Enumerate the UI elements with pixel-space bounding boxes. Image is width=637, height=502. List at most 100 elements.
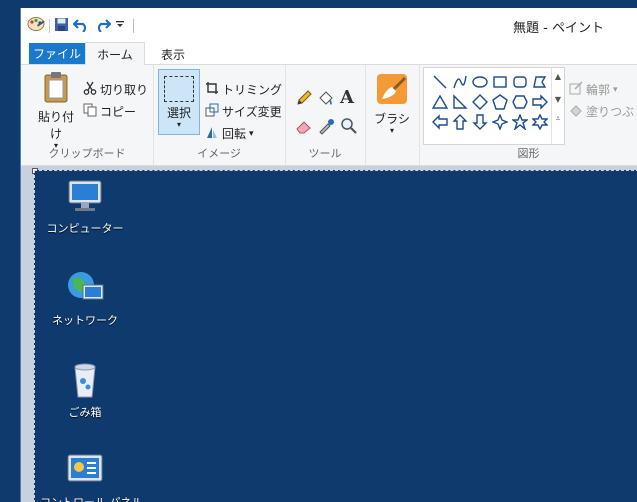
scroll-up-icon[interactable]: ▲ bbox=[552, 72, 564, 81]
paint-window: 無題 - ペイント ファイル ホーム 表示 貼り付け ▾ 切り取り コピー クリ… bbox=[20, 8, 637, 502]
tab-home[interactable]: ホーム bbox=[85, 42, 145, 65]
pencil-icon[interactable] bbox=[295, 89, 313, 110]
chevron-down-icon: ▾ bbox=[176, 120, 181, 129]
pentagon-shape-icon[interactable] bbox=[490, 92, 510, 112]
brushes-label: ブラシ bbox=[374, 112, 410, 126]
network-label: ネットワーク bbox=[52, 314, 118, 327]
clipboard-group-label: クリップボード bbox=[48, 147, 126, 160]
control-panel-label: コントロール パネル bbox=[40, 494, 143, 502]
outline-icon bbox=[569, 81, 583, 98]
drawing-canvas[interactable]: コンピューター ネットワーク ごみ箱 コントロール パネル bbox=[34, 170, 637, 502]
fill-button[interactable]: 塗りつぶし bbox=[569, 103, 637, 120]
shapes-gallery: ▲ ▼ ⩡ bbox=[423, 67, 565, 145]
save-icon[interactable] bbox=[54, 17, 69, 35]
diamond-shape-icon[interactable] bbox=[470, 92, 490, 112]
chevron-down-icon: ▾ bbox=[613, 84, 618, 95]
scissors-icon bbox=[83, 81, 97, 98]
resize-button[interactable]: サイズ変更 bbox=[205, 103, 282, 120]
rotate-button[interactable]: 回転 ▾ bbox=[205, 125, 254, 142]
resize-icon bbox=[205, 103, 219, 120]
five-point-star-shape-icon[interactable] bbox=[510, 112, 530, 132]
ribbon-tabs: ファイル ホーム 表示 bbox=[21, 40, 637, 65]
paste-button[interactable]: 貼り付け ▾ bbox=[33, 71, 79, 150]
title-bar: 無題 - ペイント bbox=[21, 8, 637, 40]
separator bbox=[133, 18, 134, 33]
down-arrow-shape-icon[interactable] bbox=[470, 112, 490, 132]
brush-icon bbox=[377, 74, 407, 104]
control-panel-icon bbox=[67, 454, 103, 482]
cut-button[interactable]: 切り取り bbox=[83, 81, 148, 98]
canvas-area: コンピューター ネットワーク ごみ箱 コントロール パネル bbox=[21, 166, 637, 502]
tab-view[interactable]: 表示 bbox=[147, 44, 199, 64]
tools-group: A ツール bbox=[285, 65, 366, 165]
text-tool-icon[interactable]: A bbox=[340, 87, 354, 108]
fill-icon bbox=[569, 103, 583, 120]
copy-icon bbox=[83, 103, 97, 120]
customize-dropdown-icon[interactable] bbox=[115, 18, 125, 33]
chevron-down-icon: ▾ bbox=[389, 126, 394, 135]
scroll-down-icon[interactable]: ▼ bbox=[552, 95, 564, 104]
desktop-item-recycle-bin: ごみ箱 bbox=[40, 361, 130, 420]
desktop-item-computer: コンピューター bbox=[40, 179, 130, 236]
rotate-label: 回転 bbox=[222, 127, 247, 141]
right-triangle-shape-icon[interactable] bbox=[450, 92, 470, 112]
fill-label: 塗りつぶし bbox=[586, 105, 637, 119]
brushes-group: ブラシ ▾ bbox=[365, 65, 420, 165]
chevron-down-icon: ▾ bbox=[249, 128, 254, 139]
brushes-button[interactable]: ブラシ ▾ bbox=[373, 73, 411, 135]
ribbon: 貼り付け ▾ 切り取り コピー クリップボード 選択 ▾ トリミング サイズ変更… bbox=[21, 65, 637, 166]
fill-bucket-icon[interactable] bbox=[317, 89, 335, 110]
right-arrow-shape-icon[interactable] bbox=[530, 92, 550, 112]
desktop-item-control-panel: コントロール パネル bbox=[40, 453, 143, 502]
window-title: 無題 - ペイント bbox=[513, 21, 604, 36]
desktop-item-network: ネットワーク bbox=[40, 269, 130, 328]
desktop-left-edge bbox=[0, 0, 20, 502]
paste-icon bbox=[44, 72, 68, 103]
crop-button[interactable]: トリミング bbox=[205, 81, 282, 98]
outline-button[interactable]: 輪郭 ▾ bbox=[569, 81, 618, 98]
line-shape-icon[interactable] bbox=[430, 72, 450, 92]
recycle-bin-icon bbox=[74, 363, 96, 398]
hexagon-shape-icon[interactable] bbox=[510, 92, 530, 112]
tools-group-label: ツール bbox=[308, 147, 342, 160]
curve-shape-icon[interactable] bbox=[450, 72, 470, 92]
image-group: 選択 ▾ トリミング サイズ変更 回転 ▾ イメージ bbox=[153, 65, 286, 165]
eraser-icon[interactable] bbox=[295, 117, 313, 138]
color-picker-icon[interactable] bbox=[317, 117, 335, 138]
select-button[interactable]: 選択 ▾ bbox=[158, 69, 200, 135]
magnifier-icon[interactable] bbox=[340, 117, 358, 138]
left-arrow-shape-icon[interactable] bbox=[430, 112, 450, 132]
rotate-icon bbox=[205, 125, 219, 142]
oval-shape-icon[interactable] bbox=[470, 72, 490, 92]
paste-label: 貼り付け bbox=[37, 110, 74, 141]
up-arrow-shape-icon[interactable] bbox=[450, 112, 470, 132]
quick-access-toolbar bbox=[27, 16, 134, 35]
computer-label: コンピューター bbox=[46, 222, 124, 235]
triangle-shape-icon[interactable] bbox=[430, 92, 450, 112]
image-group-label: イメージ bbox=[197, 147, 241, 160]
copy-button[interactable]: コピー bbox=[83, 103, 136, 120]
undo-icon[interactable] bbox=[72, 17, 90, 35]
resize-label: サイズ変更 bbox=[222, 105, 282, 119]
outline-label: 輪郭 bbox=[586, 83, 611, 97]
shapes-group-label: 図形 bbox=[517, 147, 540, 160]
recycle-bin-label: ごみ箱 bbox=[68, 406, 102, 419]
network-icon bbox=[68, 272, 104, 300]
rectangle-shape-icon[interactable] bbox=[490, 72, 510, 92]
select-label: 選択 bbox=[166, 106, 191, 120]
rounded-rectangle-shape-icon[interactable] bbox=[510, 72, 530, 92]
computer-icon bbox=[68, 180, 102, 211]
six-point-star-shape-icon[interactable] bbox=[530, 112, 550, 132]
shapes-scrollbar[interactable]: ▲ ▼ ⩡ bbox=[551, 68, 564, 144]
copy-label: コピー bbox=[100, 105, 137, 119]
redo-icon[interactable] bbox=[94, 17, 112, 35]
polygon-shape-icon[interactable] bbox=[530, 72, 550, 92]
separator bbox=[49, 18, 50, 33]
tab-file[interactable]: ファイル bbox=[29, 43, 85, 64]
paint-app-icon[interactable] bbox=[27, 16, 45, 35]
crop-label: トリミング bbox=[222, 83, 283, 97]
four-point-star-shape-icon[interactable] bbox=[490, 112, 510, 132]
clipboard-group: 貼り付け ▾ 切り取り コピー クリップボード bbox=[21, 65, 154, 165]
gallery-expand-icon[interactable]: ⩡ bbox=[552, 114, 564, 124]
crop-icon bbox=[205, 81, 219, 98]
